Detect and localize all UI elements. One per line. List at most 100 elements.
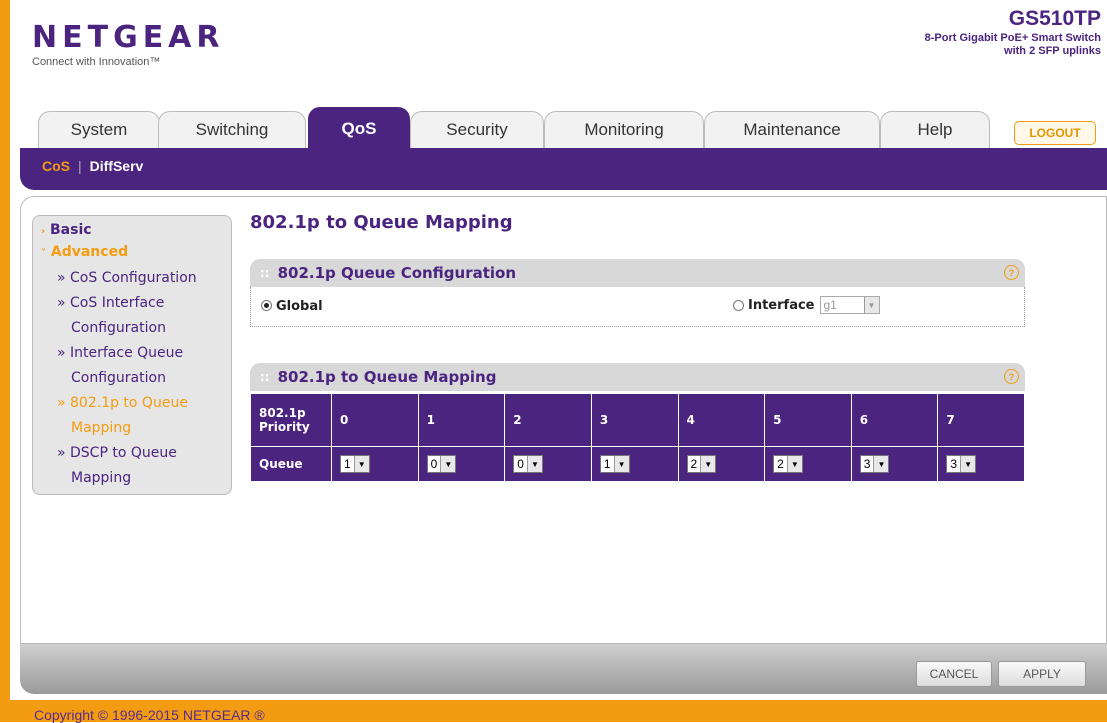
- queue-cell: 2 ▼: [764, 446, 852, 482]
- queue-cell: 0 ▼: [504, 446, 592, 482]
- grip-icon: ::: [260, 266, 270, 280]
- subnav-diffserv[interactable]: DiffServ: [90, 158, 144, 174]
- queue-config-box: Global Interface g1 ▼: [250, 287, 1025, 327]
- product-model: GS510TP: [1008, 7, 1101, 30]
- queue-select-value: 3: [950, 457, 958, 471]
- queue-select-value: 0: [517, 457, 524, 471]
- interface-option[interactable]: Interface g1 ▼: [733, 296, 880, 314]
- chevron-down-icon: ▼: [873, 456, 889, 472]
- queue-header: Queue: [250, 446, 332, 482]
- interface-label: Interface: [748, 297, 815, 313]
- sidebar-item-dscp-mapping-2[interactable]: Mapping: [71, 466, 131, 491]
- priority-cell: 2: [504, 393, 592, 447]
- priority-cell: 6: [850, 393, 939, 447]
- queue-cell: 3 ▼: [937, 446, 1025, 482]
- priority-header-line1: 802.1p: [259, 406, 306, 420]
- chevron-right-icon: ›: [41, 226, 46, 237]
- sub-nav-bar: [20, 148, 1107, 190]
- queue-row: Queue 1 ▼ 0 ▼ 0 ▼ 1 ▼ 2 ▼ 2 ▼ 3 ▼ 3 ▼: [250, 446, 1025, 482]
- tab-switching[interactable]: Switching: [158, 111, 306, 148]
- tab-help[interactable]: Help: [880, 111, 990, 148]
- sidebar-item-cos-interface-2[interactable]: Configuration: [71, 316, 166, 341]
- interface-select-value: g1: [823, 298, 837, 312]
- priority-cell: 4: [677, 393, 766, 447]
- tab-system[interactable]: System: [38, 111, 160, 148]
- queue-cell: 0 ▼: [417, 446, 506, 482]
- priority-header-line2: Priority: [259, 420, 310, 434]
- priority-cell: 5: [764, 393, 852, 447]
- chevron-down-icon: ▼: [960, 456, 976, 472]
- queue-select-value: 1: [603, 457, 611, 471]
- sidebar-item-interface-queue[interactable]: » Interface Queue: [57, 341, 183, 366]
- sidebar-item-8021p-mapping-2[interactable]: Mapping: [71, 416, 131, 441]
- queue-select[interactable]: 1 ▼: [340, 455, 370, 473]
- chevron-down-icon: ˅: [41, 248, 46, 259]
- product-info: GS510TP 8-Port Gigabit PoE+ Smart Switch…: [925, 6, 1101, 58]
- tab-monitoring[interactable]: Monitoring: [544, 111, 704, 148]
- brand-tagline: Connect with Innovation™: [32, 56, 161, 68]
- chevron-down-icon: ▼: [526, 456, 542, 472]
- priority-cell: 7: [937, 393, 1025, 447]
- tab-security[interactable]: Security: [410, 111, 544, 148]
- page-title: 802.1p to Queue Mapping: [250, 212, 513, 233]
- product-desc-2: with 2 SFP uplinks: [1004, 45, 1101, 57]
- queue-config-title: 802.1p Queue Configuration: [277, 264, 517, 282]
- product-desc-1: 8-Port Gigabit PoE+ Smart Switch: [924, 32, 1101, 44]
- sub-nav: CoS | DiffServ: [42, 158, 143, 174]
- queue-cell: 3 ▼: [850, 446, 939, 482]
- queue-select[interactable]: 0 ▼: [426, 455, 457, 473]
- queue-select-value: 0: [430, 457, 438, 471]
- tab-qos[interactable]: QoS: [308, 107, 410, 149]
- queue-config-header: :: 802.1p Queue Configuration ?: [250, 259, 1025, 287]
- queue-select-value: 1: [344, 457, 351, 471]
- chevron-down-icon: ▼: [863, 297, 879, 313]
- chevron-down-icon: ▼: [613, 456, 629, 472]
- sidebar-basic-label: Basic: [50, 222, 92, 238]
- chevron-down-icon: ▼: [700, 456, 716, 472]
- subnav-cos[interactable]: CoS: [42, 158, 70, 174]
- priority-cell: 0: [331, 393, 419, 447]
- queue-select[interactable]: 3 ▼: [859, 455, 890, 473]
- global-radio[interactable]: [261, 300, 272, 311]
- queue-select[interactable]: 0 ▼: [513, 455, 543, 473]
- global-label: Global: [276, 299, 323, 314]
- queue-cell: 1 ▼: [590, 446, 679, 482]
- mapping-title: 802.1p to Queue Mapping: [277, 368, 497, 386]
- cancel-button[interactable]: CANCEL: [916, 661, 992, 687]
- global-option[interactable]: Global: [261, 299, 323, 314]
- sidebar-item-8021p-mapping[interactable]: » 802.1p to Queue: [57, 391, 188, 416]
- queue-select[interactable]: 2 ▼: [686, 455, 717, 473]
- queue-select[interactable]: 1 ▼: [599, 455, 630, 473]
- chevron-down-icon: ▼: [786, 456, 802, 472]
- sidebar-item-advanced[interactable]: ˅ Advanced: [41, 240, 128, 266]
- sidebar-item-cos-interface[interactable]: » CoS Interface: [57, 291, 164, 316]
- queue-select[interactable]: 3 ▼: [946, 455, 977, 473]
- chevron-down-icon: ▼: [440, 456, 456, 472]
- sidebar-advanced-label: Advanced: [50, 244, 129, 260]
- sidebar: › Basic ˅ Advanced » CoS Configuration »…: [32, 215, 232, 495]
- priority-cell: 1: [417, 393, 506, 447]
- help-icon[interactable]: ?: [1004, 265, 1019, 280]
- tab-maintenance[interactable]: Maintenance: [704, 111, 880, 148]
- apply-button[interactable]: APPLY: [998, 661, 1086, 687]
- sidebar-item-interface-queue-2[interactable]: Configuration: [71, 366, 166, 391]
- copyright: Copyright © 1996-2015 NETGEAR ®: [34, 707, 265, 723]
- interface-radio[interactable]: [733, 299, 744, 311]
- brand-name: NETGEAR: [32, 20, 225, 55]
- priority-cell: 3: [590, 393, 679, 447]
- queue-select-value: 3: [863, 457, 871, 471]
- queue-cell: 2 ▼: [677, 446, 766, 482]
- sidebar-item-cos-configuration[interactable]: » CoS Configuration: [57, 266, 197, 291]
- mapping-header: :: 802.1p to Queue Mapping ?: [250, 363, 1025, 391]
- interface-select: g1 ▼: [819, 296, 880, 314]
- grip-icon: ::: [260, 370, 270, 384]
- netgear-logo: NETGEAR Connect with Innovation™: [32, 20, 225, 69]
- sidebar-item-dscp-mapping[interactable]: » DSCP to Queue: [57, 441, 177, 466]
- priority-header: 802.1p Priority: [250, 393, 332, 447]
- mapping-table: 802.1p Priority 0 1 2 3 4 5 6 7 Queue 1 ▼…: [250, 393, 1025, 482]
- help-icon[interactable]: ?: [1004, 369, 1019, 384]
- logout-button[interactable]: LOGOUT: [1014, 121, 1096, 145]
- priority-row: 802.1p Priority 0 1 2 3 4 5 6 7: [250, 393, 1025, 447]
- queue-select[interactable]: 2 ▼: [773, 455, 803, 473]
- queue-select-value: 2: [777, 457, 784, 471]
